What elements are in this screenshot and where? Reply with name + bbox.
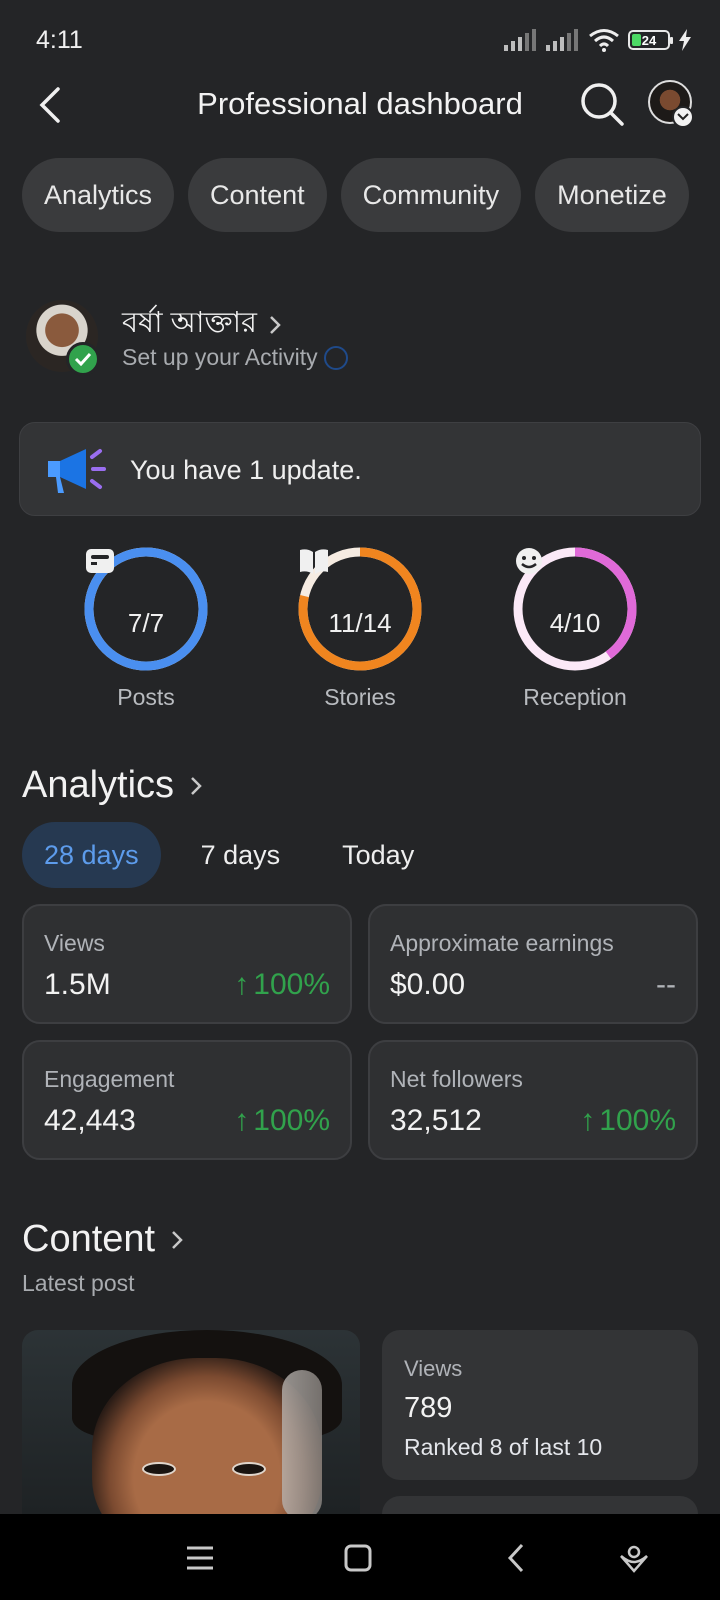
metric-net-followers[interactable]: Net followers 32,512 ↑ 100%	[368, 1040, 698, 1160]
assistant-button[interactable]	[612, 1536, 656, 1580]
stories-ring[interactable]: 11/14	[297, 546, 423, 672]
assistant-icon	[620, 1545, 648, 1573]
posts-ring-label: Posts	[117, 684, 175, 710]
app-header: Professional dashboard	[0, 70, 720, 140]
metric-value: 32,512	[390, 1104, 482, 1137]
system-nav-bar	[0, 1514, 720, 1600]
smile-icon	[516, 548, 542, 574]
metric-value: 42,443	[44, 1104, 136, 1137]
period-today[interactable]: Today	[320, 822, 436, 888]
reception-ring-value: 4/10	[549, 608, 601, 638]
stat-value: 789	[404, 1392, 453, 1424]
menu-button[interactable]	[178, 1536, 222, 1580]
metric-views[interactable]: Views 1.5M ↑ 100%	[22, 904, 352, 1024]
metric-label: Engagement	[44, 1066, 175, 1092]
status-time: 4:11	[36, 26, 83, 54]
latest-post-views-card[interactable]: Views 789 Ranked 8 of last 10	[382, 1330, 698, 1480]
search-button[interactable]	[578, 80, 626, 128]
metric-change: ↑ 100%	[580, 1104, 676, 1138]
metric-change-value: 100%	[253, 968, 330, 1001]
metric-change: ↑ 100%	[234, 968, 330, 1002]
period-28-days[interactable]: 28 days	[22, 822, 161, 888]
posts-ring-value: 7/7	[127, 608, 165, 638]
arrow-up-icon: ↑	[234, 1104, 250, 1137]
metric-change: ↑ 100%	[234, 1104, 330, 1138]
metric-change: --	[656, 968, 676, 1002]
home-button[interactable]	[336, 1536, 380, 1580]
posts-ring[interactable]: 7/7	[83, 546, 209, 672]
tab-community[interactable]: Community	[340, 158, 522, 232]
content-title: Content	[22, 1218, 156, 1260]
stat-rank: Ranked 8 of last 10	[404, 1434, 603, 1460]
metric-value: 1.5M	[44, 968, 111, 1001]
tab-analytics[interactable]: Analytics	[22, 158, 175, 232]
update-card[interactable]: You have 1 update.	[19, 422, 701, 516]
menu-icon	[187, 1546, 213, 1570]
signal-icon	[504, 29, 536, 51]
stories-ring-label: Stories	[324, 684, 396, 710]
content-section-link[interactable]: Content	[22, 1218, 183, 1261]
latest-post-label: Latest post	[22, 1270, 135, 1296]
metric-change-value: --	[656, 968, 676, 1001]
chevron-right-icon	[172, 1230, 183, 1249]
arrow-up-icon: ↑	[234, 968, 250, 1001]
tab-content[interactable]: Content	[188, 158, 327, 232]
metric-label: Views	[44, 930, 105, 956]
tab-monetize[interactable]: Monetize	[535, 158, 689, 232]
account-switcher-icon[interactable]	[672, 106, 694, 128]
profile-name-link[interactable]: বর্ষা আক্তার	[122, 300, 281, 349]
status-icons: 24	[504, 28, 692, 52]
nav-back-icon	[507, 1543, 524, 1573]
metric-change-value: 100%	[253, 1104, 330, 1137]
nav-back-button[interactable]	[494, 1536, 538, 1580]
signal-icon	[546, 29, 578, 51]
latest-post-thumbnail[interactable]	[22, 1330, 360, 1514]
metric-approximate-earnings[interactable]: Approximate earnings $0.00 --	[368, 904, 698, 1024]
charging-icon	[679, 29, 691, 51]
search-icon	[581, 83, 624, 126]
period-selector: 28 days 7 days Today	[22, 822, 436, 888]
home-square-icon	[344, 1544, 372, 1572]
stat-label: Views	[404, 1356, 463, 1381]
stories-ring-value: 11/14	[328, 608, 392, 638]
analytics-section-link[interactable]: Analytics	[22, 764, 202, 807]
arrow-up-icon: ↑	[580, 1104, 596, 1137]
analytics-title: Analytics	[22, 764, 175, 806]
update-text: You have 1 update.	[130, 455, 362, 485]
post-icon	[86, 549, 114, 573]
period-7-days[interactable]: 7 days	[179, 822, 303, 888]
chevron-right-icon	[191, 776, 202, 795]
battery-level: 24	[641, 32, 657, 48]
status-bar: 4:11 24	[0, 0, 720, 80]
verified-check-icon	[66, 342, 100, 376]
battery-icon: 24	[628, 30, 673, 50]
activity-setup-text: Set up your Activity	[122, 344, 318, 370]
reception-ring-label: Reception	[523, 684, 627, 710]
megaphone-icon	[48, 449, 106, 493]
metric-label: Net followers	[390, 1066, 523, 1092]
profile-name: বর্ষা আক্তার	[122, 307, 257, 339]
section-tabs: Analytics Content Community Monetize	[22, 158, 689, 232]
loading-spinner-icon	[323, 345, 348, 370]
reception-ring[interactable]: 4/10	[512, 546, 638, 672]
metric-engagement[interactable]: Engagement 42,443 ↑ 100%	[22, 1040, 352, 1160]
progress-rings: 7/7 Posts 11/14 Stories 4/10 Reception	[0, 546, 720, 716]
metric-value: $0.00	[390, 968, 466, 1001]
chevron-right-icon	[270, 315, 281, 334]
metric-label: Approximate earnings	[390, 930, 614, 956]
book-icon	[300, 549, 328, 574]
metric-change-value: 100%	[599, 1104, 676, 1137]
profile-row[interactable]: বর্ষা আক্তার Set up your Activity	[26, 300, 706, 380]
wifi-icon	[589, 29, 619, 52]
activity-setup-link[interactable]: Set up your Activity	[122, 344, 348, 371]
